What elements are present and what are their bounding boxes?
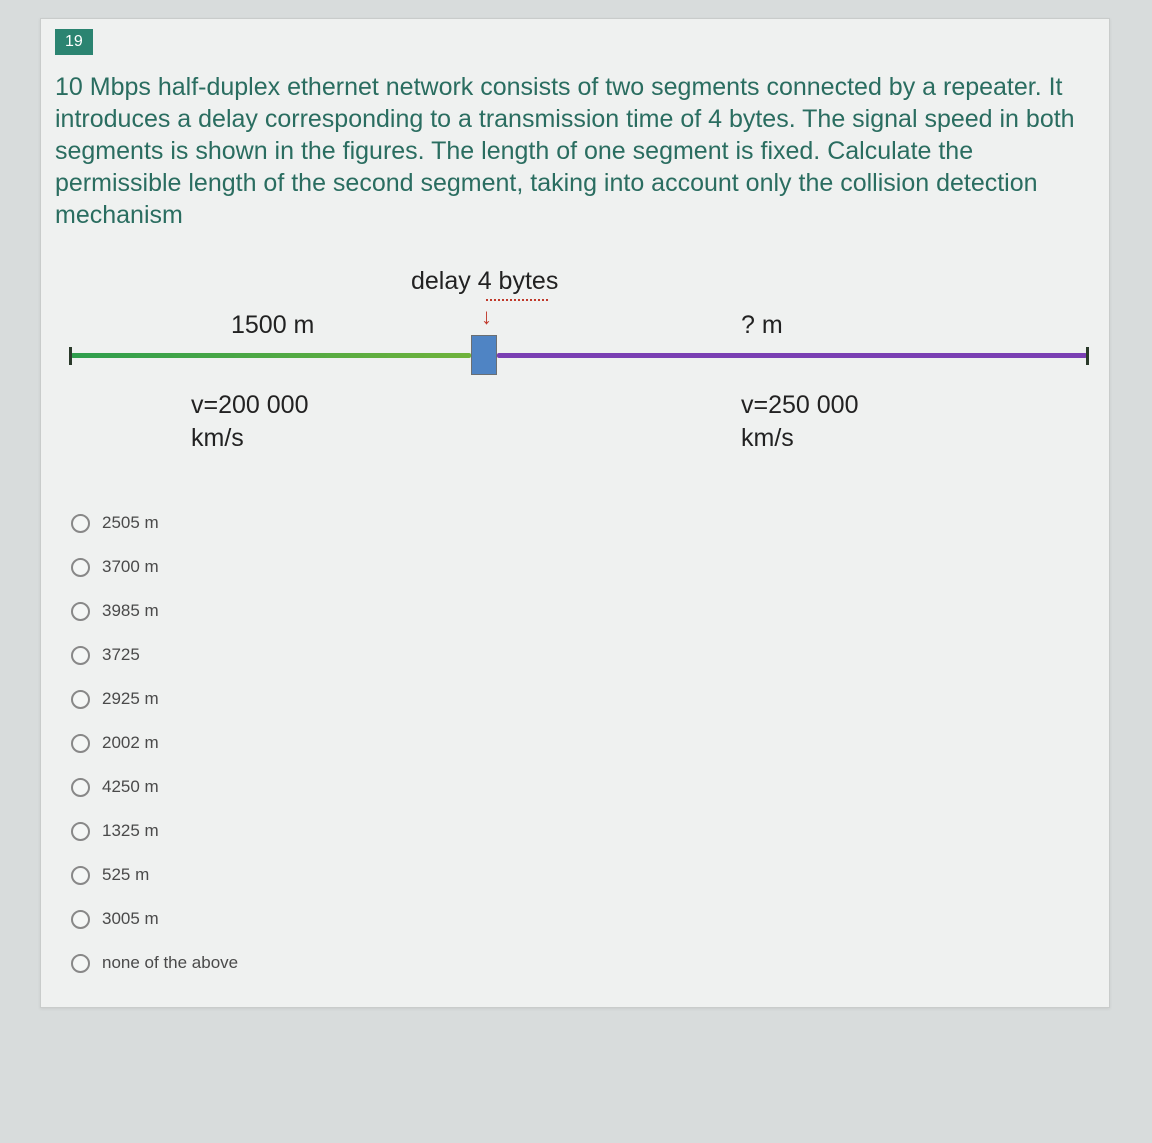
radio-icon[interactable] (71, 954, 90, 973)
option-label: 3005 m (102, 909, 159, 929)
options-list: 2505 m 3700 m 3985 m 3725 2925 m 2002 m … (41, 489, 1109, 1007)
option-label: 4250 m (102, 777, 159, 797)
option-0[interactable]: 2505 m (71, 501, 1109, 545)
option-label: 2002 m (102, 733, 159, 753)
option-4[interactable]: 2925 m (71, 677, 1109, 721)
segment2-length-label: ? m (741, 311, 783, 340)
radio-icon[interactable] (71, 690, 90, 709)
option-label: 1325 m (102, 821, 159, 841)
option-5[interactable]: 2002 m (71, 721, 1109, 765)
option-label: 3700 m (102, 557, 159, 577)
option-9[interactable]: 3005 m (71, 897, 1109, 941)
v2-unit: km/s (741, 422, 858, 455)
v1-unit: km/s (191, 422, 308, 455)
radio-icon[interactable] (71, 514, 90, 533)
option-label: 3985 m (102, 601, 159, 621)
radio-icon[interactable] (71, 558, 90, 577)
option-label: 3725 (102, 645, 140, 665)
segment2-line (497, 353, 1087, 358)
radio-icon[interactable] (71, 910, 90, 929)
v1-value: v=200 000 (191, 389, 308, 422)
segment1-line (71, 353, 471, 358)
option-label: none of the above (102, 953, 238, 973)
option-label: 2925 m (102, 689, 159, 709)
repeater-icon (471, 335, 497, 375)
option-label: 2505 m (102, 513, 159, 533)
v2-value: v=250 000 (741, 389, 858, 422)
option-3[interactable]: 3725 (71, 633, 1109, 677)
option-1[interactable]: 3700 m (71, 545, 1109, 589)
option-8[interactable]: 525 m (71, 853, 1109, 897)
network-diagram: delay 4 bytes ↓ 1500 m ? m v=200 000 km/… (41, 249, 1109, 489)
arrow-down-icon: ↓ (481, 304, 492, 330)
option-6[interactable]: 4250 m (71, 765, 1109, 809)
delay-label: delay 4 bytes (411, 267, 558, 296)
question-text: 10 Mbps half-duplex ethernet network con… (41, 61, 1109, 249)
radio-icon[interactable] (71, 646, 90, 665)
question-header: 19 (41, 19, 1109, 61)
radio-icon[interactable] (71, 866, 90, 885)
option-label: 525 m (102, 865, 149, 885)
option-2[interactable]: 3985 m (71, 589, 1109, 633)
question-card: 19 10 Mbps half-duplex ethernet network … (40, 18, 1110, 1008)
segment1-speed: v=200 000 km/s (191, 389, 308, 454)
option-10[interactable]: none of the above (71, 941, 1109, 985)
radio-icon[interactable] (71, 734, 90, 753)
segment1-length-label: 1500 m (231, 311, 314, 340)
segment2-speed: v=250 000 km/s (741, 389, 858, 454)
question-number-badge: 19 (55, 29, 93, 55)
option-7[interactable]: 1325 m (71, 809, 1109, 853)
radio-icon[interactable] (71, 602, 90, 621)
radio-icon[interactable] (71, 822, 90, 841)
delay-underline (486, 299, 548, 301)
radio-icon[interactable] (71, 778, 90, 797)
